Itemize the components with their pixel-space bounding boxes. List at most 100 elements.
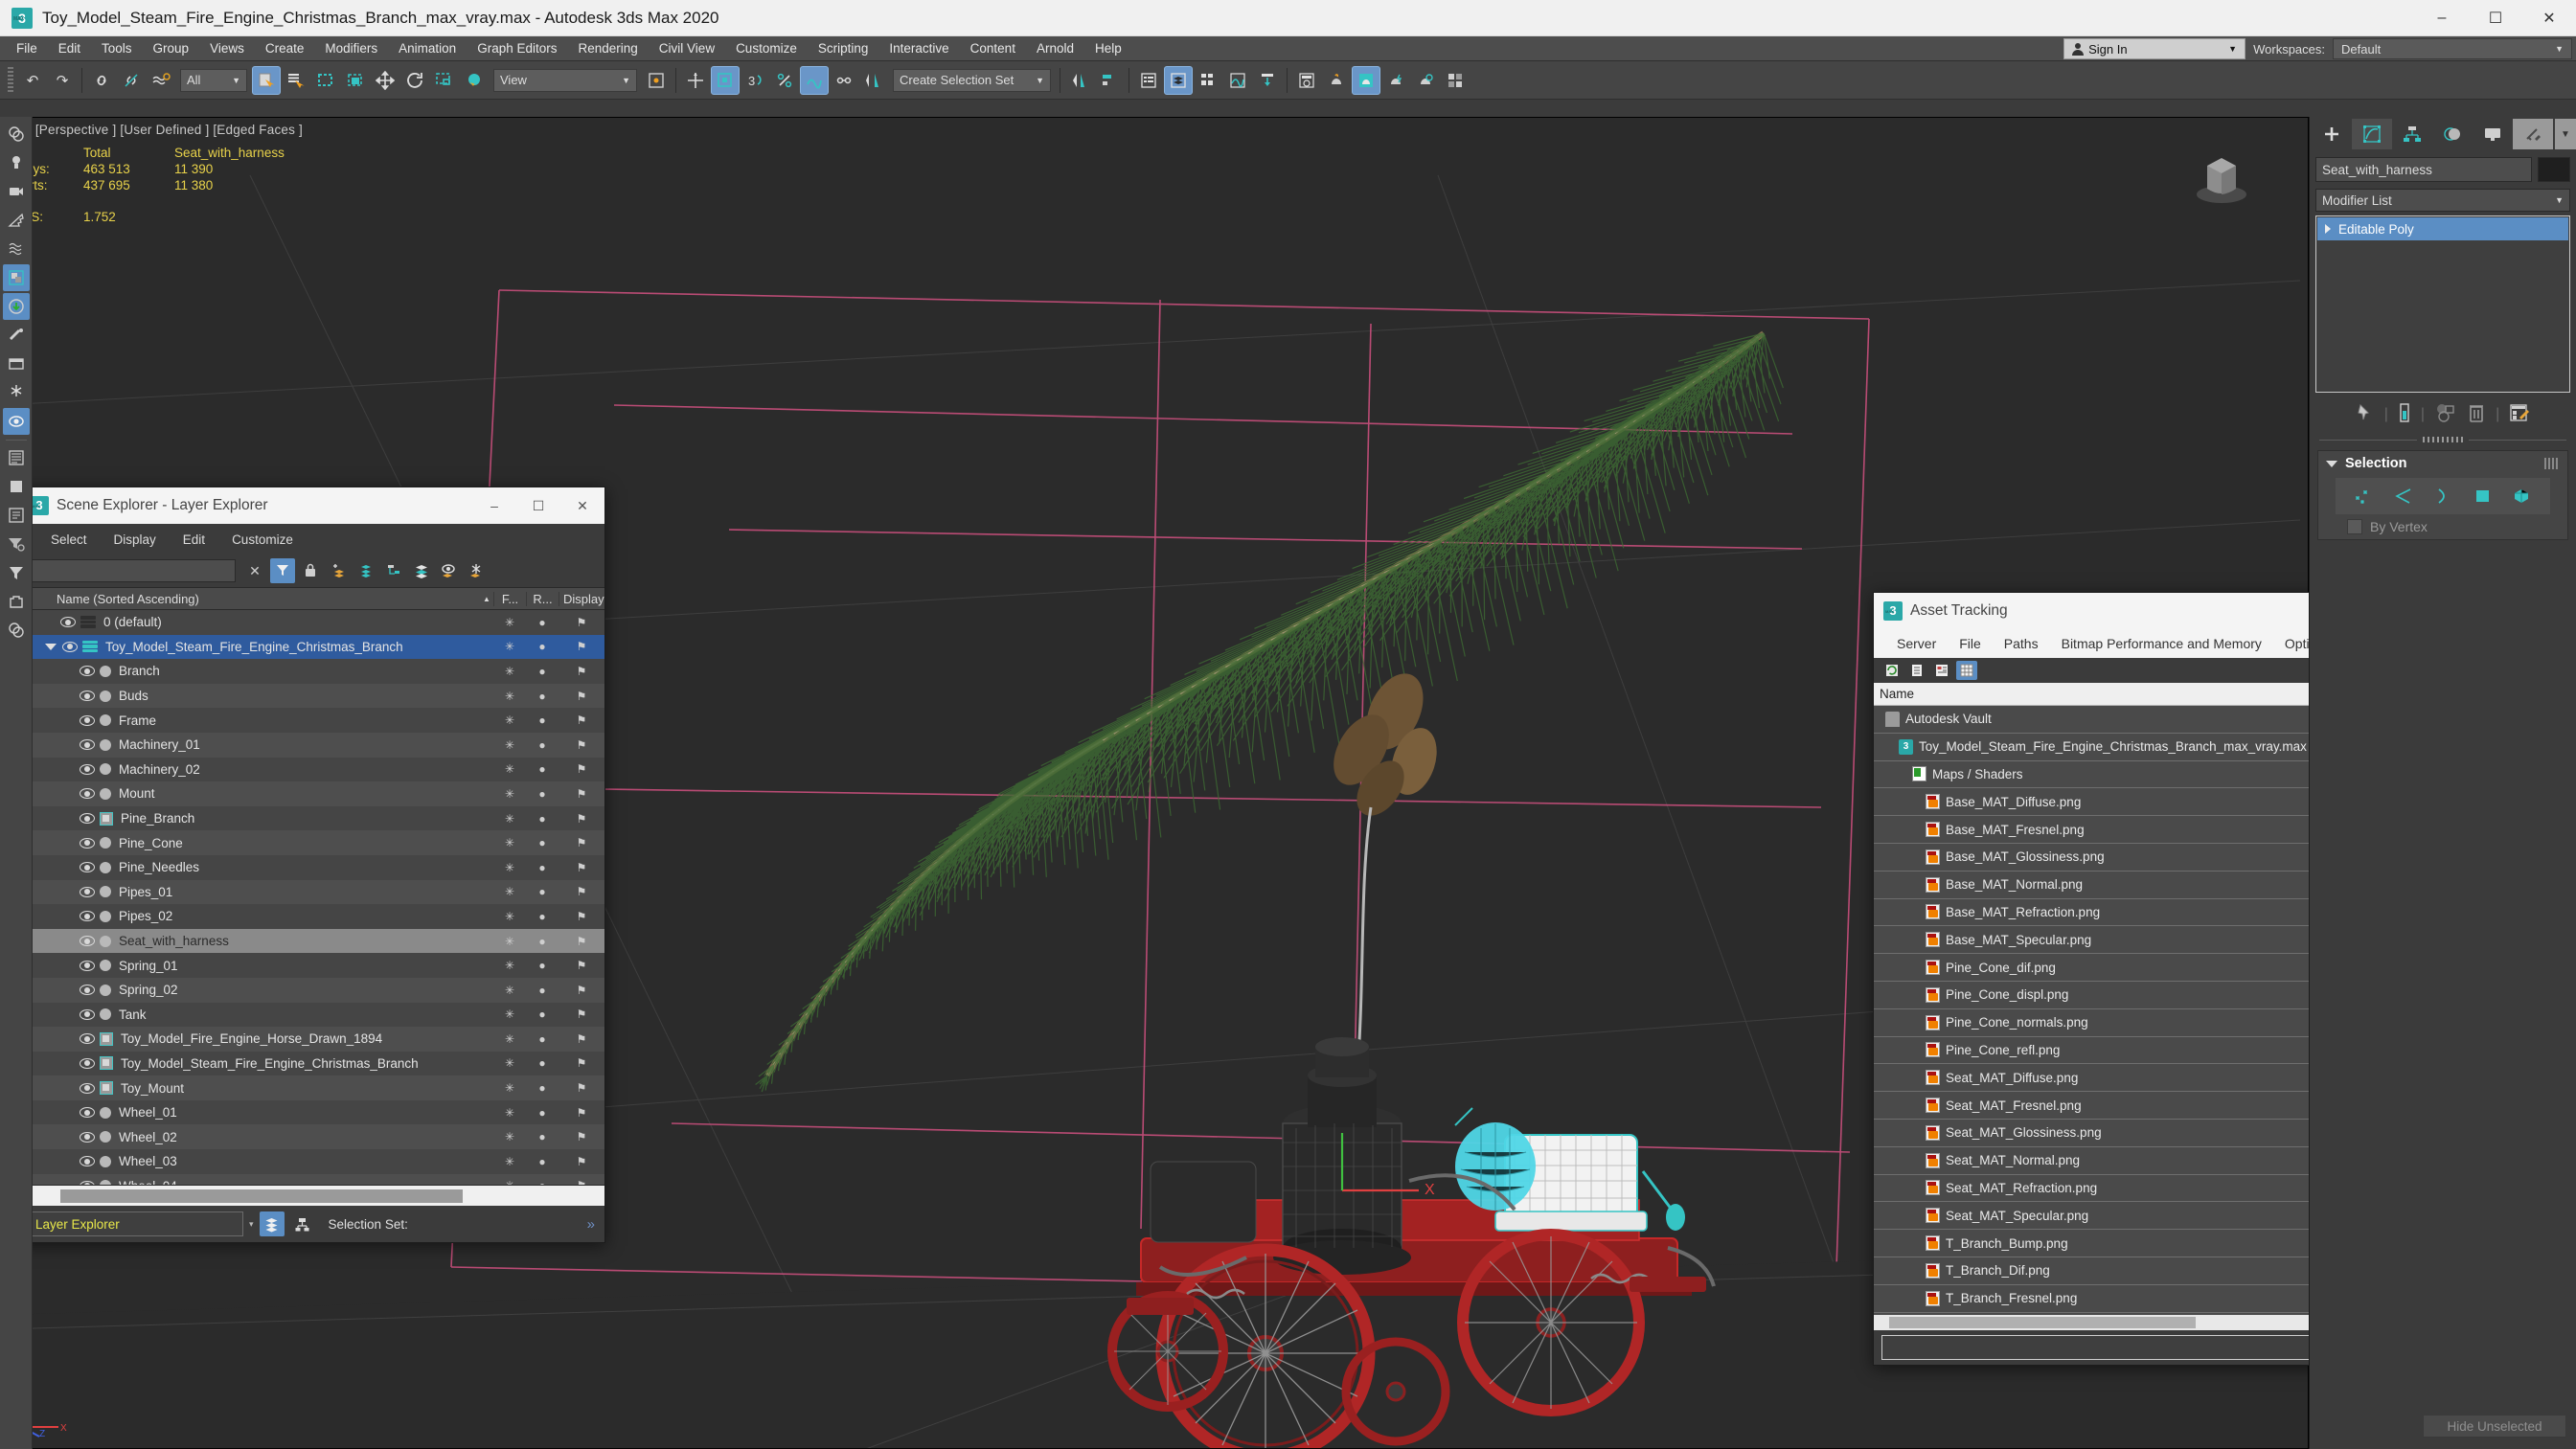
- snapshot-icon[interactable]: [2, 408, 30, 435]
- layer-row[interactable]: Seat_with_harness ✳ ● ⚑: [20, 928, 604, 954]
- create-tab[interactable]: [2312, 119, 2352, 149]
- visibility-toggle-icon[interactable]: [80, 911, 95, 922]
- activeshade-icon[interactable]: [1441, 66, 1470, 95]
- scene-explorer-titlebar[interactable]: 3 Scene Explorer - Layer Explorer – ☐ ✕: [20, 487, 604, 524]
- menu-views[interactable]: Views: [199, 37, 255, 59]
- scene-explorer-list[interactable]: 0 (default) ✳ ● ⚑ Toy_Model_Steam_Fire_Engin…: [20, 610, 604, 1185]
- light-icon[interactable]: [3, 178, 30, 205]
- utilities-tab[interactable]: [2513, 119, 2553, 149]
- sign-in-button[interactable]: Sign In ▼: [2063, 38, 2246, 59]
- display-toggle-icon[interactable]: ⚑: [559, 762, 604, 776]
- visibility-toggle-icon[interactable]: [80, 1082, 95, 1094]
- scene-explorer-window[interactable]: 3 Scene Explorer - Layer Explorer – ☐ ✕ …: [19, 487, 605, 1243]
- menu-tools[interactable]: Tools: [91, 37, 143, 59]
- container-icon[interactable]: [3, 617, 30, 644]
- render-production-icon[interactable]: [1381, 66, 1410, 95]
- column-renderable[interactable]: R...: [526, 591, 559, 606]
- visibility-toggle-icon[interactable]: [80, 985, 95, 996]
- menu-file[interactable]: File: [6, 37, 48, 59]
- frozen-toggle-icon[interactable]: ✳: [493, 787, 526, 801]
- column-display[interactable]: Display: [559, 591, 604, 606]
- frozen-toggle-icon[interactable]: ✳: [493, 738, 526, 752]
- at-menu-bitmap-performance-and-memory[interactable]: Bitmap Performance and Memory: [2050, 633, 2273, 654]
- lock-icon[interactable]: [298, 558, 323, 583]
- unhide-icon[interactable]: [3, 444, 30, 471]
- display-toggle-icon[interactable]: ⚑: [559, 1056, 604, 1070]
- unlink-icon[interactable]: [117, 66, 146, 95]
- import-icon[interactable]: [3, 322, 30, 349]
- select-object-button[interactable]: [252, 65, 281, 95]
- frozen-toggle-icon[interactable]: ✳: [493, 910, 526, 923]
- select-and-move-button[interactable]: [371, 66, 399, 95]
- display-tab[interactable]: [2473, 119, 2513, 149]
- pin-stack-icon[interactable]: [2354, 402, 2375, 428]
- visibility-toggle-icon[interactable]: [80, 1131, 95, 1143]
- display-toggle-icon[interactable]: ⚑: [559, 910, 604, 923]
- layer-stack-icon[interactable]: [409, 558, 434, 583]
- scene-explorer-search-input[interactable]: [30, 559, 236, 582]
- angle-snap-button[interactable]: 3: [741, 66, 769, 95]
- renderable-toggle-icon[interactable]: ●: [526, 812, 559, 826]
- display-toggle-icon[interactable]: ⚑: [559, 690, 604, 703]
- menu-modifiers[interactable]: Modifiers: [314, 37, 388, 59]
- percent-snap-button[interactable]: [770, 66, 799, 95]
- display-toggle-icon[interactable]: ⚑: [559, 1106, 604, 1120]
- layer-row[interactable]: Pine_Needles ✳ ● ⚑: [20, 854, 604, 880]
- selection-filter-select[interactable]: All ▼: [180, 68, 247, 92]
- notes-icon[interactable]: [3, 531, 30, 557]
- renderable-toggle-icon[interactable]: ●: [526, 713, 559, 727]
- eyedropper-icon[interactable]: [3, 351, 30, 377]
- layer-row[interactable]: Toy_Mount ✳ ● ⚑: [20, 1075, 604, 1100]
- display-toggle-icon[interactable]: ⚑: [559, 713, 604, 727]
- visibility-toggle-icon[interactable]: [80, 1057, 95, 1069]
- menu-edit[interactable]: Edit: [48, 37, 91, 59]
- frozen-toggle-icon[interactable]: ✳: [493, 836, 526, 849]
- se-menu-display[interactable]: Display: [101, 530, 170, 550]
- modify-tab[interactable]: [2352, 119, 2392, 149]
- frozen-toggle-icon[interactable]: ✳: [493, 959, 526, 972]
- motion-tab[interactable]: [2432, 119, 2473, 149]
- frozen-toggle-icon[interactable]: ✳: [493, 1155, 526, 1168]
- renderable-toggle-icon[interactable]: ●: [526, 959, 559, 972]
- clear-search-icon[interactable]: ✕: [242, 558, 267, 583]
- select-and-scale-button[interactable]: [430, 66, 459, 95]
- renderable-toggle-icon[interactable]: ●: [526, 787, 559, 801]
- layer-row[interactable]: Pine_Cone ✳ ● ⚑: [20, 830, 604, 855]
- display-toggle-icon[interactable]: ⚑: [559, 1008, 604, 1021]
- menu-animation[interactable]: Animation: [388, 37, 467, 59]
- renderable-toggle-icon[interactable]: ●: [526, 1032, 559, 1046]
- layer-row[interactable]: Wheel_04✳●⚑: [20, 1173, 604, 1185]
- layer-row[interactable]: Buds ✳ ● ⚑: [20, 683, 604, 709]
- renderable-toggle-icon[interactable]: ●: [526, 1056, 559, 1070]
- layer-row[interactable]: Machinery_01 ✳ ● ⚑: [20, 732, 604, 758]
- layer-row[interactable]: Pine_Branch ✳ ● ⚑: [20, 805, 604, 831]
- by-vertex-checkbox-row[interactable]: By Vertex: [2318, 514, 2567, 539]
- column-frozen[interactable]: F...: [493, 591, 526, 606]
- freeze-icon[interactable]: [465, 558, 490, 583]
- visibility-toggle-icon[interactable]: [80, 739, 95, 751]
- modifier-stack-item[interactable]: Editable Poly: [2317, 217, 2568, 240]
- layer-row[interactable]: Toy_Model_Steam_Fire_Engine_Christmas_Br…: [20, 1051, 604, 1076]
- box-icon[interactable]: [3, 379, 30, 406]
- edge-icon[interactable]: [2391, 486, 2416, 507]
- display-toggle-icon[interactable]: ⚑: [559, 812, 604, 826]
- se-menu-select[interactable]: Select: [37, 530, 101, 550]
- display-toggle-icon[interactable]: ⚑: [559, 738, 604, 752]
- visibility-toggle-icon[interactable]: [80, 936, 95, 947]
- expand-footer-icon[interactable]: »: [587, 1216, 595, 1233]
- layer-row[interactable]: Pipes_02 ✳ ● ⚑: [20, 904, 604, 929]
- bind-space-warp-icon[interactable]: [147, 66, 175, 95]
- display-toggle-icon[interactable]: ⚑: [559, 1130, 604, 1143]
- mirror-tool-icon[interactable]: [1065, 66, 1094, 95]
- visibility-toggle-icon[interactable]: [80, 960, 95, 971]
- element-icon[interactable]: [2509, 486, 2534, 507]
- make-unique-icon[interactable]: [2434, 402, 2457, 428]
- snaps-toggle-button[interactable]: [711, 65, 740, 95]
- visibility-toggle-icon[interactable]: [62, 641, 78, 652]
- explorer-select[interactable]: Layer Explorer: [28, 1211, 243, 1236]
- modifier-list-select[interactable]: Modifier List ▼: [2315, 189, 2570, 212]
- display-toggle-icon[interactable]: ⚑: [559, 1081, 604, 1095]
- layer-row[interactable]: Wheel_02 ✳ ● ⚑: [20, 1124, 604, 1150]
- toolbar-grip[interactable]: [8, 66, 13, 94]
- by-vertex-checkbox[interactable]: [2347, 519, 2362, 534]
